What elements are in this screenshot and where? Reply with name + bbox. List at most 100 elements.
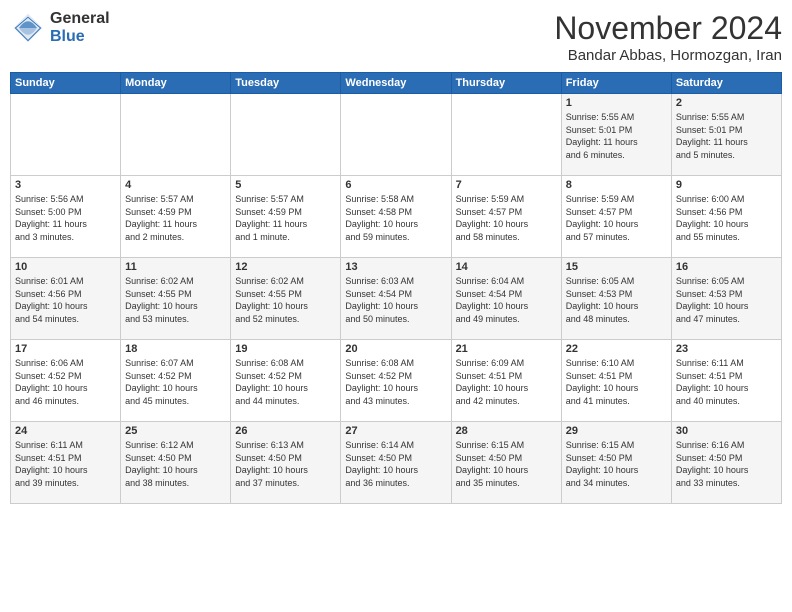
- day-info: Sunrise: 6:16 AM Sunset: 4:50 PM Dayligh…: [676, 439, 777, 489]
- day-cell-2-1: 11 Sunrise: 6:02 AM Sunset: 4:55 PM Dayli…: [121, 258, 231, 340]
- header-monday: Monday: [121, 73, 231, 94]
- day-number: 26: [235, 425, 336, 437]
- day-cell-4-3: 27Sunrise: 6:14 AM Sunset: 4:50 PM Dayli…: [341, 422, 451, 504]
- day-info: Sunrise: 5:56 AM Sunset: 5:00 PM Dayligh…: [15, 193, 116, 243]
- page: General Blue November 2024 Bandar Abbas,…: [0, 0, 792, 612]
- day-number: 22: [566, 343, 667, 355]
- day-cell-3-5: 22 Sunrise: 6:10 AM Sunset: 4:51 PM Dayli…: [561, 340, 671, 422]
- day-cell-1-4: 7 Sunrise: 5:59 AM Sunset: 4:57 PM Daylig…: [451, 176, 561, 258]
- day-cell-0-6: 2 Sunrise: 5:55 AM Sunset: 5:01 PM Daylig…: [671, 94, 781, 176]
- day-info: Sunrise: 5:59 AM Sunset: 4:57 PM Dayligh…: [456, 193, 557, 243]
- day-number: 1: [566, 97, 667, 109]
- day-cell-2-6: 16 Sunrise: 6:05 AM Sunset: 4:53 PM Dayli…: [671, 258, 781, 340]
- day-info: Sunrise: 5:57 AM Sunset: 4:59 PM Dayligh…: [125, 193, 226, 243]
- logo-blue-text: Blue: [50, 28, 110, 46]
- day-number: 23: [676, 343, 777, 355]
- day-cell-0-4: [451, 94, 561, 176]
- day-cell-2-3: 13Sunrise: 6:03 AM Sunset: 4:54 PM Dayli…: [341, 258, 451, 340]
- day-cell-3-3: 20 Sunrise: 6:08 AM Sunset: 4:52 PM Dayli…: [341, 340, 451, 422]
- day-number: 5: [235, 179, 336, 191]
- day-cell-0-1: [121, 94, 231, 176]
- calendar-table: Sunday Monday Tuesday Wednesday Thursday…: [10, 72, 782, 504]
- day-cell-0-0: [11, 94, 121, 176]
- day-cell-1-5: 8 Sunrise: 5:59 AM Sunset: 4:57 PM Daylig…: [561, 176, 671, 258]
- day-cell-4-0: 24Sunrise: 6:11 AM Sunset: 4:51 PM Dayli…: [11, 422, 121, 504]
- day-number: 11: [125, 261, 226, 273]
- day-info: Sunrise: 6:15 AM Sunset: 4:50 PM Dayligh…: [456, 439, 557, 489]
- day-info: Sunrise: 6:08 AM Sunset: 4:52 PM Dayligh…: [345, 357, 446, 407]
- day-cell-3-6: 23 Sunrise: 6:11 AM Sunset: 4:51 PM Dayli…: [671, 340, 781, 422]
- day-number: 6: [345, 179, 446, 191]
- header-friday: Friday: [561, 73, 671, 94]
- logo: General Blue: [10, 10, 110, 46]
- day-number: 10: [15, 261, 116, 273]
- day-info: Sunrise: 6:11 AM Sunset: 4:51 PM Dayligh…: [676, 357, 777, 407]
- week-row-0: 1 Sunrise: 5:55 AM Sunset: 5:01 PM Daylig…: [11, 94, 782, 176]
- week-row-1: 3Sunrise: 5:56 AM Sunset: 5:00 PM Daylig…: [11, 176, 782, 258]
- header: General Blue November 2024 Bandar Abbas,…: [10, 10, 782, 64]
- day-cell-1-2: 5Sunrise: 5:57 AM Sunset: 4:59 PM Daylig…: [231, 176, 341, 258]
- day-number: 14: [456, 261, 557, 273]
- day-number: 7: [456, 179, 557, 191]
- day-number: 9: [676, 179, 777, 191]
- day-number: 21: [456, 343, 557, 355]
- day-info: Sunrise: 6:13 AM Sunset: 4:50 PM Dayligh…: [235, 439, 336, 489]
- day-number: 30: [676, 425, 777, 437]
- day-number: 8: [566, 179, 667, 191]
- day-number: 12: [235, 261, 336, 273]
- day-cell-3-1: 18 Sunrise: 6:07 AM Sunset: 4:52 PM Dayli…: [121, 340, 231, 422]
- day-number: 20: [345, 343, 446, 355]
- day-info: Sunrise: 5:55 AM Sunset: 5:01 PM Dayligh…: [566, 111, 667, 161]
- day-info: Sunrise: 6:02 AM Sunset: 4:55 PM Dayligh…: [235, 275, 336, 325]
- day-info: Sunrise: 5:58 AM Sunset: 4:58 PM Dayligh…: [345, 193, 446, 243]
- day-number: 16: [676, 261, 777, 273]
- header-tuesday: Tuesday: [231, 73, 341, 94]
- day-cell-4-1: 25Sunrise: 6:12 AM Sunset: 4:50 PM Dayli…: [121, 422, 231, 504]
- day-number: 17: [15, 343, 116, 355]
- day-cell-1-0: 3Sunrise: 5:56 AM Sunset: 5:00 PM Daylig…: [11, 176, 121, 258]
- week-row-4: 24Sunrise: 6:11 AM Sunset: 4:51 PM Dayli…: [11, 422, 782, 504]
- day-info: Sunrise: 6:05 AM Sunset: 4:53 PM Dayligh…: [676, 275, 777, 325]
- day-cell-2-0: 10 Sunrise: 6:01 AM Sunset: 4:56 PM Dayli…: [11, 258, 121, 340]
- day-info: Sunrise: 5:59 AM Sunset: 4:57 PM Dayligh…: [566, 193, 667, 243]
- day-info: Sunrise: 6:02 AM Sunset: 4:55 PM Dayligh…: [125, 275, 226, 325]
- header-wednesday: Wednesday: [341, 73, 451, 94]
- day-cell-0-2: [231, 94, 341, 176]
- day-info: Sunrise: 6:03 AM Sunset: 4:54 PM Dayligh…: [345, 275, 446, 325]
- day-number: 28: [456, 425, 557, 437]
- header-thursday: Thursday: [451, 73, 561, 94]
- day-number: 15: [566, 261, 667, 273]
- day-number: 4: [125, 179, 226, 191]
- day-info: Sunrise: 6:01 AM Sunset: 4:56 PM Dayligh…: [15, 275, 116, 325]
- week-row-3: 17Sunrise: 6:06 AM Sunset: 4:52 PM Dayli…: [11, 340, 782, 422]
- day-cell-4-4: 28 Sunrise: 6:15 AM Sunset: 4:50 PM Dayli…: [451, 422, 561, 504]
- day-info: Sunrise: 6:05 AM Sunset: 4:53 PM Dayligh…: [566, 275, 667, 325]
- day-info: Sunrise: 5:55 AM Sunset: 5:01 PM Dayligh…: [676, 111, 777, 161]
- day-info: Sunrise: 6:04 AM Sunset: 4:54 PM Dayligh…: [456, 275, 557, 325]
- day-info: Sunrise: 6:15 AM Sunset: 4:50 PM Dayligh…: [566, 439, 667, 489]
- day-info: Sunrise: 6:08 AM Sunset: 4:52 PM Dayligh…: [235, 357, 336, 407]
- day-info: Sunrise: 6:09 AM Sunset: 4:51 PM Dayligh…: [456, 357, 557, 407]
- day-cell-0-5: 1 Sunrise: 5:55 AM Sunset: 5:01 PM Daylig…: [561, 94, 671, 176]
- day-number: 18: [125, 343, 226, 355]
- day-number: 24: [15, 425, 116, 437]
- day-info: Sunrise: 6:10 AM Sunset: 4:51 PM Dayligh…: [566, 357, 667, 407]
- day-cell-3-4: 21 Sunrise: 6:09 AM Sunset: 4:51 PM Dayli…: [451, 340, 561, 422]
- day-info: Sunrise: 6:07 AM Sunset: 4:52 PM Dayligh…: [125, 357, 226, 407]
- day-number: 25: [125, 425, 226, 437]
- logo-text: General Blue: [50, 10, 110, 45]
- week-row-2: 10 Sunrise: 6:01 AM Sunset: 4:56 PM Dayli…: [11, 258, 782, 340]
- month-title: November 2024: [554, 10, 782, 47]
- day-info: Sunrise: 6:00 AM Sunset: 4:56 PM Dayligh…: [676, 193, 777, 243]
- day-cell-4-2: 26 Sunrise: 6:13 AM Sunset: 4:50 PM Dayli…: [231, 422, 341, 504]
- day-cell-1-3: 6 Sunrise: 5:58 AM Sunset: 4:58 PM Daylig…: [341, 176, 451, 258]
- day-number: 2: [676, 97, 777, 109]
- header-sunday: Sunday: [11, 73, 121, 94]
- day-cell-4-5: 29Sunrise: 6:15 AM Sunset: 4:50 PM Dayli…: [561, 422, 671, 504]
- day-cell-0-3: [341, 94, 451, 176]
- weekday-header-row: Sunday Monday Tuesday Wednesday Thursday…: [11, 73, 782, 94]
- day-number: 27: [345, 425, 446, 437]
- logo-icon: [10, 10, 46, 46]
- day-cell-4-6: 30 Sunrise: 6:16 AM Sunset: 4:50 PM Dayli…: [671, 422, 781, 504]
- day-cell-2-4: 14 Sunrise: 6:04 AM Sunset: 4:54 PM Dayli…: [451, 258, 561, 340]
